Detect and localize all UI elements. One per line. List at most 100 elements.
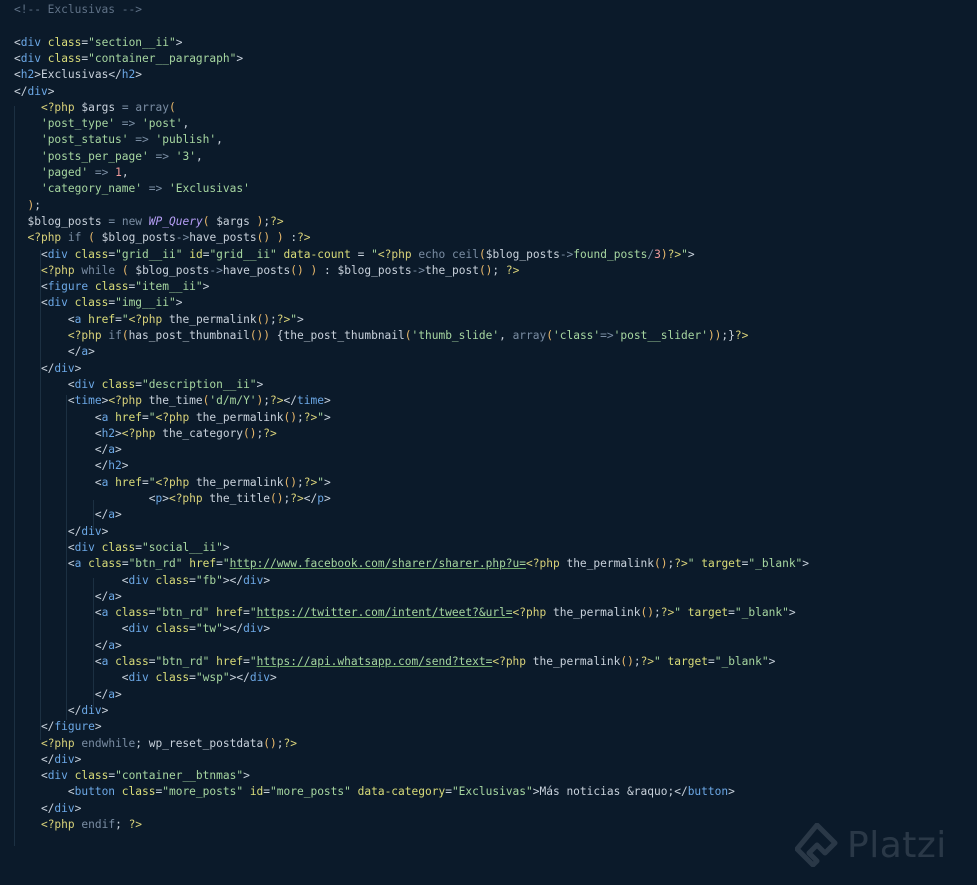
code-token: >	[115, 443, 122, 457]
code-line[interactable]: <div class="container__paragraph">	[14, 51, 243, 67]
code-token: >	[74, 361, 82, 375]
code-line[interactable]: <h2><?php the_category();?>	[14, 426, 277, 442]
code-token: </	[14, 638, 109, 652]
code-line[interactable]: <div class="grid__ii" id="grid__ii" data…	[14, 247, 695, 263]
code-token: <	[14, 540, 75, 554]
code-token: "grid__ii"	[209, 247, 277, 261]
code-line[interactable]: </div>	[14, 84, 54, 100]
code-line[interactable]: <!-- Exclusivas -->	[14, 2, 142, 18]
code-token: div	[249, 671, 271, 685]
code-line[interactable]: <?php if ( $blog_posts->have_posts() ) :…	[14, 230, 310, 246]
code-token: has_post_thumbnail	[128, 329, 250, 342]
code-line[interactable]: $blog_posts = new WP_Query( $args );?>	[14, 214, 283, 230]
code-line[interactable]: </div>	[14, 752, 81, 768]
code-line[interactable]: 'post_type' => 'post',	[14, 116, 189, 132]
code-token: <	[14, 426, 102, 440]
code-token: class	[47, 35, 82, 49]
code-line[interactable]: 'post_status' => 'publish',	[14, 132, 223, 148]
code-token: >	[236, 51, 244, 65]
code-token: <?php	[40, 100, 75, 114]
code-line[interactable]: <a class="btn_rd" href="http://www.faceb…	[14, 556, 809, 572]
code-line[interactable]: <div class="fb"></div>	[14, 573, 270, 589]
code-token: <	[14, 622, 129, 636]
code-line[interactable]: <div class="section__ii">	[14, 35, 182, 51]
code-line[interactable]: <div class="social__ii">	[14, 540, 230, 556]
code-token: :	[283, 231, 298, 245]
code-line[interactable]: <time><?php the_time('d/m/Y');?></time>	[14, 393, 331, 409]
code-token: </	[14, 589, 109, 603]
code-token: "	[249, 606, 257, 620]
code-token: 1	[115, 166, 122, 179]
code-line[interactable]: <div class="description__ii">	[14, 377, 263, 393]
code-line[interactable]: 'category_name' => 'Exclusivas'	[14, 181, 250, 197]
code-token: >	[88, 345, 95, 359]
code-line[interactable]: </a>	[14, 507, 122, 523]
code-line[interactable]: <button class="more_posts" id="more_post…	[14, 784, 735, 800]
code-line[interactable]: <div class="img__ii">	[14, 295, 183, 311]
code-token: <?php	[40, 263, 75, 277]
code-token: div	[54, 752, 75, 766]
code-line[interactable]: </a>	[14, 344, 95, 360]
code-line[interactable]: <div class="tw"></div>	[14, 621, 270, 637]
code-line[interactable]: <a href="<?php the_permalink();?>">	[14, 312, 304, 328]
code-token: <?php	[492, 655, 527, 668]
code-token: =>	[155, 149, 169, 163]
code-token: >	[256, 377, 264, 391]
code-editor[interactable]: <!-- Exclusivas --> <div class="section__…	[0, 0, 977, 885]
code-line[interactable]: 'paged' => 1,	[14, 165, 129, 181]
code-token: have_posts	[189, 231, 257, 245]
code-token: 'class'	[553, 329, 601, 342]
code-token: >	[162, 492, 169, 505]
code-line[interactable]: <h2>Exclusivas</h2>	[14, 67, 142, 83]
code-token: >	[728, 785, 735, 799]
code-line[interactable]: <?php $args = array(	[14, 100, 176, 116]
code-token: <	[14, 769, 48, 783]
code-token: >	[263, 622, 271, 636]
code-line[interactable]: );	[14, 198, 41, 214]
code-line[interactable]: </a>	[14, 442, 122, 458]
code-token: >	[115, 508, 122, 522]
code-token: ?>	[270, 394, 284, 408]
code-line[interactable]: </h2>	[14, 458, 129, 474]
code-line[interactable]: <figure class="item__ii">	[14, 279, 209, 295]
code-token: >	[101, 524, 109, 538]
code-line[interactable]: <a class="btn_rd" href="https://api.what…	[14, 654, 776, 670]
code-token: "img__ii"	[115, 296, 176, 310]
code-line[interactable]: <?php endif; ?>	[14, 817, 142, 833]
code-line[interactable]: <a href="<?php the_permalink();?>">	[14, 475, 331, 491]
code-line[interactable]: 'posts_per_page' => '3',	[14, 149, 203, 165]
code-token: =	[707, 655, 715, 668]
code-line[interactable]: <p><?php the_title();?></p>	[14, 491, 331, 507]
code-line[interactable]: <div class="container__btnmas">	[14, 768, 250, 784]
code-line[interactable]: <a class="btn_rd" href="https://twitter.…	[14, 605, 796, 621]
code-token: )	[276, 231, 284, 245]
code-line[interactable]: </div>	[14, 524, 108, 540]
code-line[interactable]: <?php if(has_post_thumbnail()) {the_post…	[14, 328, 749, 344]
code-token: 'post__slider'	[613, 329, 708, 342]
code-line[interactable]: </div>	[14, 361, 81, 377]
watermark-label: Platzi	[847, 825, 947, 866]
code-line[interactable]: <div class="wsp"></div>	[14, 670, 277, 686]
code-line[interactable]: </a>	[14, 589, 122, 605]
code-line[interactable]: </a>	[14, 687, 122, 703]
code-line[interactable]: </div>	[14, 703, 108, 719]
code-line[interactable]: </figure>	[14, 719, 102, 735]
code-line[interactable]: </a>	[14, 638, 122, 654]
code-token: <	[14, 68, 21, 82]
code-token: ?>	[667, 247, 682, 261]
code-line[interactable]: </div>	[14, 801, 81, 817]
code-line[interactable]: <?php while ( $blog_posts->have_posts() …	[14, 263, 519, 279]
code-line[interactable]: <a href="<?php the_permalink();?>">	[14, 410, 331, 426]
code-token: ;	[270, 312, 277, 326]
code-line[interactable]: <?php endwhile; wp_reset_postdata();?>	[14, 736, 297, 752]
code-token: ))	[707, 329, 722, 342]
code-token: array	[512, 329, 547, 342]
code-token: endwhile	[81, 736, 136, 750]
